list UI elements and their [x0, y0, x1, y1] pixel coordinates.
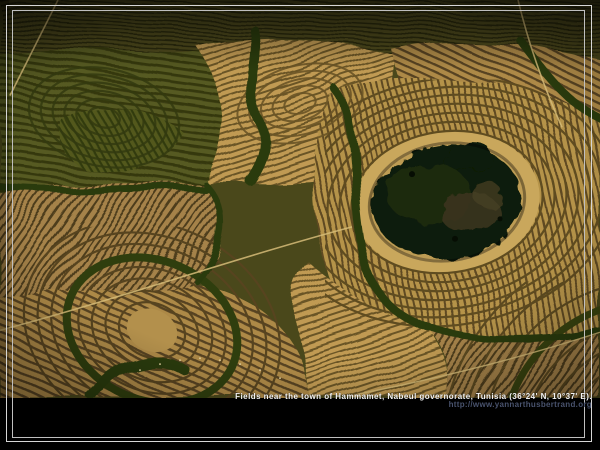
- photo-caption: Fields near the town of Hammamet, Nabeul…: [32, 393, 592, 409]
- wallpaper-canvas: { "photo": { "description": "Aerial phot…: [0, 0, 600, 450]
- photo-credit-url: http://www.yannarthusbertrand.org: [32, 401, 592, 409]
- aerial-photo: [0, 0, 600, 398]
- vignette: [0, 0, 600, 398]
- left-edge-shadow: [0, 0, 9, 398]
